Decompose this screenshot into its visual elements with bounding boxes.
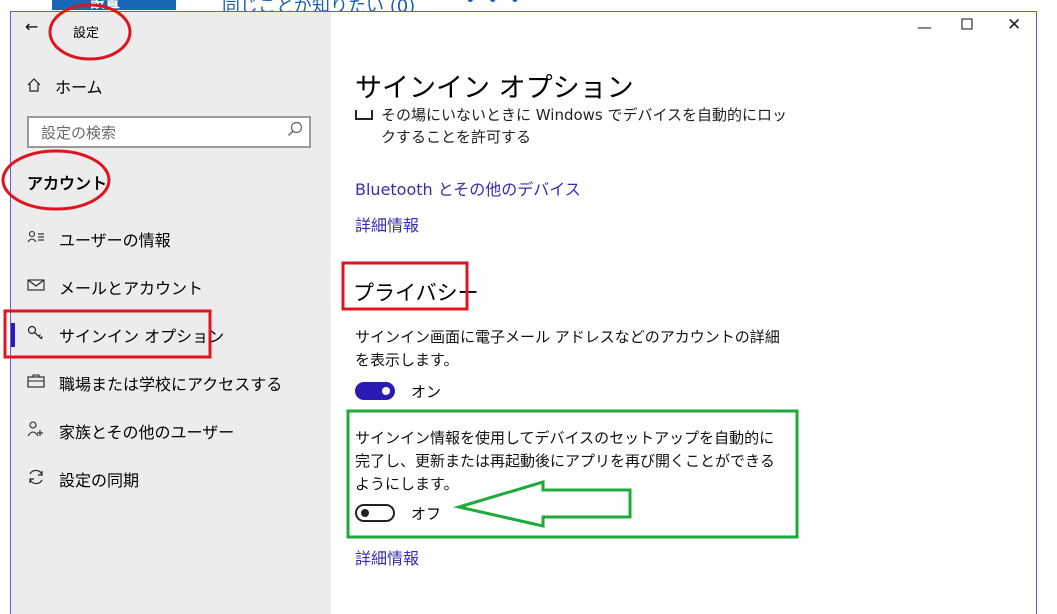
search-box[interactable]: [27, 116, 311, 148]
home-icon: [27, 77, 41, 96]
mail-icon: [27, 279, 45, 295]
nav-home-label: ホーム: [55, 78, 103, 97]
background-dots: • • •: [465, 0, 524, 11]
sidebar-item-family[interactable]: 家族とその他のユーザー: [11, 411, 331, 451]
auto-setup-toggle[interactable]: [355, 504, 395, 522]
maximize-icon: [961, 18, 973, 30]
section-header-accounts: アカウント: [27, 174, 108, 193]
privacy-description-2: サインイン情報を使用してデバイスのセットアップを自動的に完了し、更新または再起動…: [355, 429, 775, 493]
sidebar-item-label: 家族とその他のユーザー: [59, 423, 235, 442]
sidebar-item-sync[interactable]: 設定の同期: [11, 459, 331, 499]
selection-indicator: [11, 323, 15, 347]
lock-option-checkbox[interactable]: [355, 110, 373, 120]
lock-option-label: その場にいないときに Windows でデバイスを自動的にロックすることを許可す…: [381, 106, 788, 146]
page-title: サインイン オプション: [355, 73, 634, 104]
nav-home[interactable]: ホーム: [27, 74, 103, 98]
sync-icon: [27, 469, 45, 489]
sidebar-item-label: 職場または学校にアクセスする: [59, 375, 283, 394]
key-icon: [27, 325, 45, 345]
back-arrow-icon[interactable]: ←: [25, 17, 38, 36]
sidebar-item-label: サインイン オプション: [59, 327, 225, 346]
close-button[interactable]: ✕: [1007, 15, 1021, 35]
sidebar-item-label: ユーザーの情報: [59, 231, 171, 250]
user-info-icon: [27, 230, 45, 248]
minimize-button[interactable]: —: [917, 18, 932, 36]
app-title: 設定: [73, 26, 100, 41]
sidebar-item-user-info[interactable]: ユーザーの情報: [11, 219, 331, 259]
details-link-1[interactable]: 詳細情報: [355, 212, 419, 236]
briefcase-icon: [27, 374, 45, 392]
sidebar-item-mail-accounts[interactable]: メールとアカウント: [11, 267, 331, 307]
family-icon: [27, 421, 45, 441]
privacy-header: プライバシー: [353, 281, 479, 305]
maximize-button[interactable]: [961, 16, 973, 34]
account-details-toggle[interactable]: [355, 382, 395, 400]
sidebar: ← 設定 ホーム アカウント ユーザーの情報 メールとアカウント: [11, 12, 331, 614]
details-link-2[interactable]: 詳細情報: [355, 545, 419, 569]
sidebar-item-sign-in-options[interactable]: サインイン オプション: [11, 315, 331, 355]
sidebar-item-work-school[interactable]: 職場または学校にアクセスする: [11, 363, 331, 403]
background-tab: 設置: [52, 0, 176, 11]
sidebar-item-label: 設定の同期: [59, 471, 140, 490]
toggle-2-state: オフ: [411, 505, 442, 523]
sidebar-item-label: メールとアカウント: [59, 279, 204, 298]
toggle-1-state: オン: [411, 383, 442, 401]
search-input[interactable]: [39, 122, 283, 144]
content-pane: — ✕ サインイン オプション その場にいないときに Windows でデバイス…: [331, 12, 1036, 614]
search-icon[interactable]: [287, 121, 303, 141]
settings-window: ← 設定 ホーム アカウント ユーザーの情報 メールとアカウント: [10, 11, 1037, 614]
bluetooth-link[interactable]: Bluetooth とその他のデバイス: [355, 176, 581, 200]
privacy-description-1: サインイン画面に電子メール アドレスなどのアカウントの詳細を表示します。: [355, 328, 780, 369]
